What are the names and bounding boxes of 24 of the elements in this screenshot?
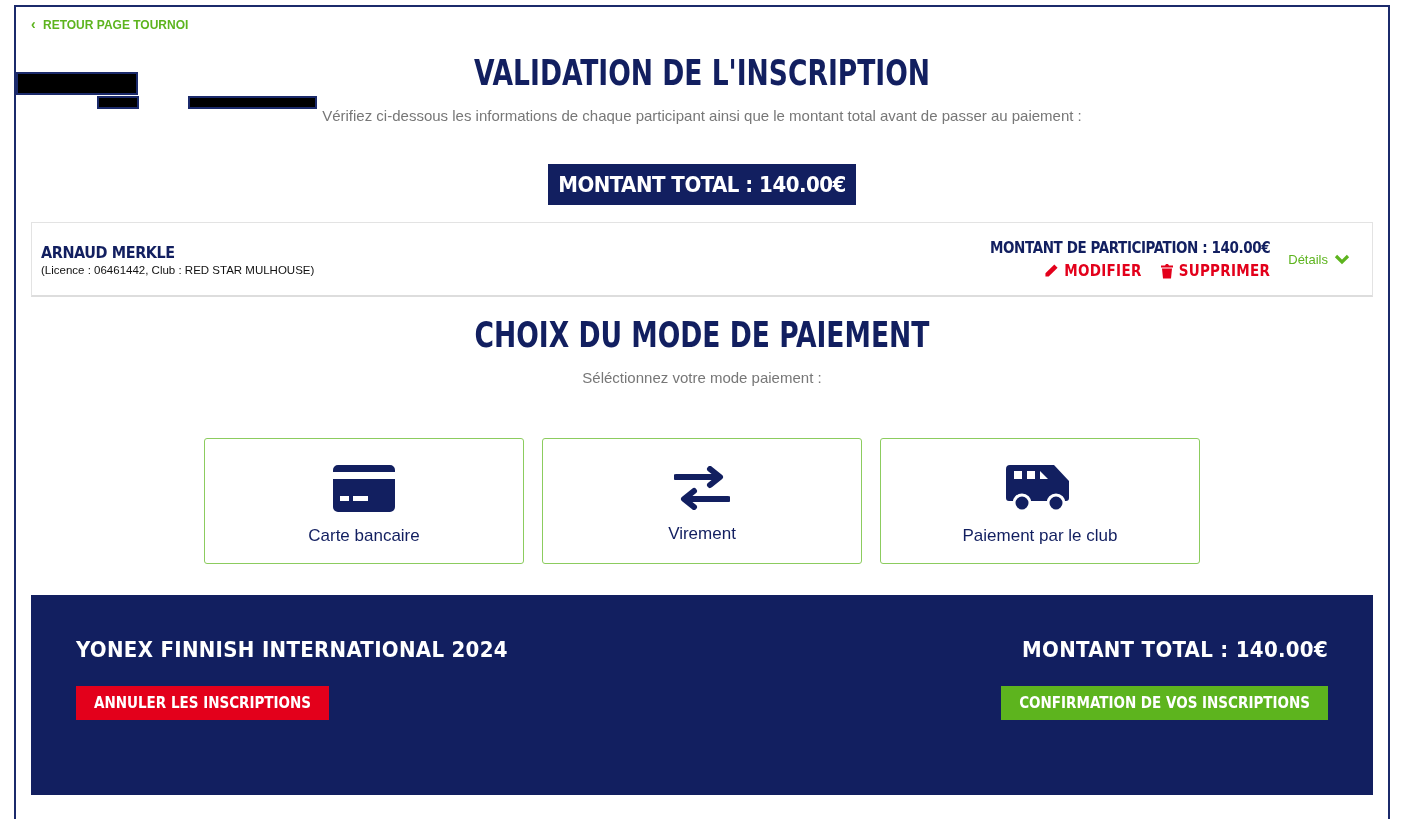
confirm-button[interactable]: CONFIRMATION DE VOS INSCRIPTIONS [1001,686,1328,720]
payment-option[interactable]: Paiement par le club [880,438,1200,564]
edit-link[interactable]: MODIFIER [1044,261,1142,280]
back-link[interactable]: ‹ RETOUR PAGE TOURNOI [31,16,189,32]
page-title: VALIDATION DE L'INSCRIPTION [473,52,931,93]
total-amount: MONTANT TOTAL : 140.00€ [1022,637,1328,662]
total-amount-banner: MONTANT TOTAL : 140.00€ [548,164,856,205]
details-toggle[interactable]: Détails [1288,251,1350,267]
participant-details: (Licence : 06461442, Club : RED STAR MULHOUSE) [41,263,316,276]
tournament-name: YONEX FINNISH INTERNATIONAL 2024 [76,637,508,662]
cancel-button[interactable]: ANNULER LES INSCRIPTIONS [76,686,330,720]
intro-text: Vérifiez ci-dessous les informations de chaque participant ainsi que le montant total avant de passer au paiement : [321,107,1083,124]
trash-icon [1159,262,1174,279]
delete-link[interactable]: SUPPRIMER [1159,261,1271,280]
payment-option[interactable]: Carte bancaire [204,438,524,564]
payment-option[interactable]: Virement [542,438,862,564]
participant-name: ARNAUD MERKLE [41,242,176,262]
pencil-icon [1044,263,1060,278]
section-subtitle: Séléctionnez votre mode paiement : [581,369,823,386]
participation-amount: MONTANT DE PARTICIPATION : 140.00€ [990,238,1271,257]
section-title: CHOIX DU MODE DE PAIEMENT [473,314,931,355]
transfer-arrows-icon [674,465,730,510]
chevron-icon [1334,253,1350,265]
credit-card-icon [333,463,395,512]
